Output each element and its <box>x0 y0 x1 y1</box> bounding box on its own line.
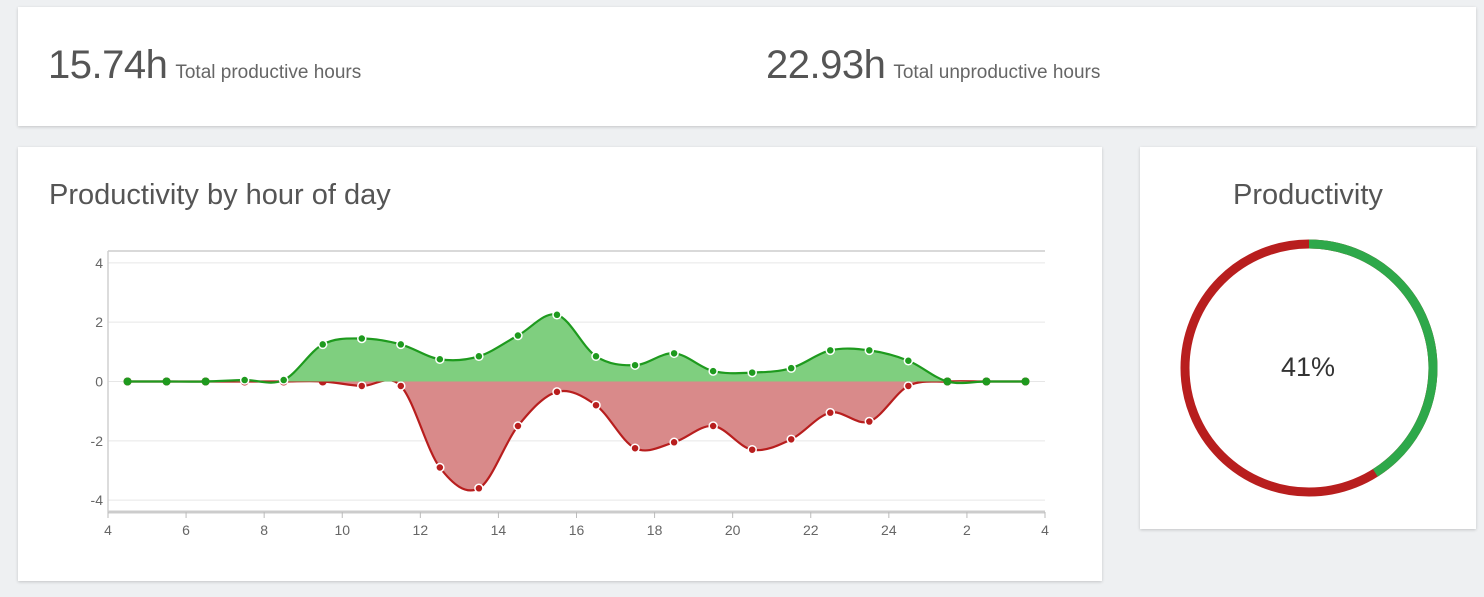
x-tick-label: 24 <box>881 522 897 538</box>
y-tick-label: -2 <box>91 433 104 449</box>
donut-percent-label: 41% <box>1280 352 1336 382</box>
productive-hours-stat: 15.74h Total productive hours <box>48 43 361 88</box>
productive-point <box>982 377 991 386</box>
x-tick-label: 18 <box>647 522 663 538</box>
unproductive-point <box>435 462 445 473</box>
productive-point <box>435 354 445 365</box>
unproductive-hours-label: Total unproductive hours <box>893 62 1101 83</box>
y-tick-label: 0 <box>95 374 103 390</box>
productive-point <box>396 339 406 350</box>
hourly-chart-card: Productivity by hour of day 4 2 0 -2 -4 4 6 8 10… <box>18 147 1102 581</box>
productive-point <box>552 310 562 320</box>
productivity-donut-card: Productivity 41% <box>1140 147 1476 529</box>
productive-point <box>201 377 210 386</box>
unproductive-point <box>474 483 484 494</box>
productive-hours-value: 15.74h <box>48 43 168 87</box>
productive-point <box>591 351 601 362</box>
x-tick-label: 2 <box>963 522 971 538</box>
productive-point <box>864 345 875 356</box>
unproductive-point <box>630 443 640 453</box>
hourly-productivity-chart: 420-2-44 6 8 10 12 14 16 18 20 22 24 2 4 <box>91 250 1049 538</box>
productive-area <box>127 314 1026 384</box>
unproductive-point <box>864 416 875 427</box>
y-tick-label: 2 <box>95 314 103 330</box>
y-tick-label: -4 <box>91 492 104 508</box>
unproductive-point <box>357 381 367 391</box>
unproductive-point <box>786 434 796 445</box>
x-tick-label: 8 <box>260 522 268 538</box>
x-tick-label: 6 <box>182 522 190 538</box>
x-tick-label: 10 <box>334 522 350 538</box>
unproductive-point <box>552 387 562 397</box>
productivity-donut <box>1180 239 1438 497</box>
x-tick-label: 14 <box>491 522 507 538</box>
productive-point <box>513 330 523 341</box>
unproductive-area <box>127 380 1026 491</box>
x-tick-label: 4 <box>1041 522 1049 538</box>
productive-point <box>786 363 796 373</box>
productive-point <box>1021 377 1030 386</box>
productive-point <box>630 360 640 370</box>
unproductive-hours-value: 22.93h <box>766 43 886 87</box>
summary-card: 15.74h Total productive hours 22.93h Total… <box>18 7 1476 126</box>
unproductive-point <box>513 421 523 431</box>
productive-point <box>162 377 171 386</box>
x-tick-label: 20 <box>725 522 741 538</box>
unproductive-point <box>903 381 914 391</box>
productive-hours-label: Total productive hours <box>175 62 362 83</box>
productive-point <box>357 333 367 344</box>
productive-point <box>943 377 952 386</box>
x-tick-label: 16 <box>569 522 585 538</box>
unproductive-point <box>747 444 757 455</box>
unproductive-point <box>669 437 679 448</box>
y-tick-label: 4 <box>95 255 103 271</box>
unproductive-point <box>591 400 601 410</box>
productive-point <box>123 377 132 386</box>
x-tick-label: 22 <box>803 522 819 538</box>
productive-point <box>708 366 718 376</box>
x-tick-label: 12 <box>413 522 429 538</box>
x-tick-label: 4 <box>104 522 112 538</box>
productive-point <box>317 339 328 350</box>
productive-point <box>474 351 484 362</box>
unproductive-hours-stat: 22.93h Total unproductive hours <box>766 43 1100 88</box>
productive-point <box>825 345 836 356</box>
unproductive-point <box>708 421 718 431</box>
productive-point <box>669 348 679 359</box>
unproductive-point <box>825 407 836 418</box>
productive-point <box>903 355 914 366</box>
productive-point <box>747 367 757 378</box>
unproductive-point <box>396 381 406 391</box>
productive-point <box>239 375 250 385</box>
productive-point <box>278 375 289 385</box>
